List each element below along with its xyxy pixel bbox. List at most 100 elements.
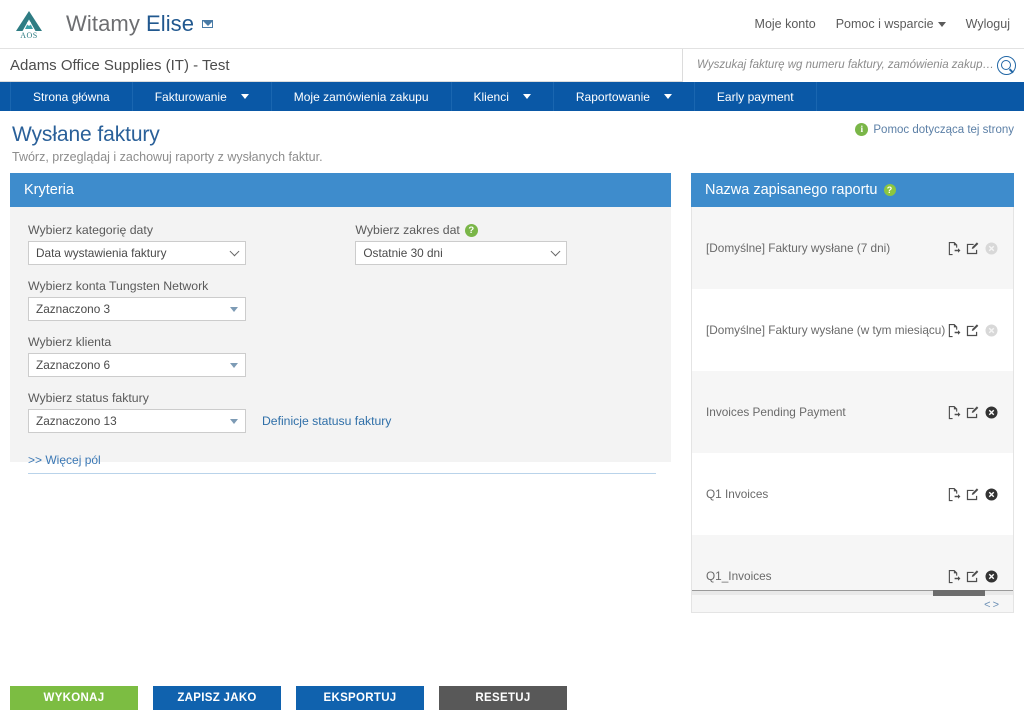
nav-item-early-payment-label: Early payment bbox=[716, 89, 794, 104]
nav-item-raportowanie-label: Raportowanie bbox=[575, 89, 650, 104]
reset-button[interactable]: RESETUJ bbox=[439, 686, 567, 710]
nav-item-klienci-label: Klienci bbox=[473, 89, 509, 104]
saved-reports-list: [Domyślne] Faktury wysłane (7 dni) [Domy… bbox=[691, 207, 1014, 613]
more-fields-area: >> Więcej pól bbox=[28, 447, 656, 474]
row-actions bbox=[946, 487, 999, 502]
date-category-value: Data wystawienia faktury bbox=[36, 246, 167, 260]
pager-prev-button[interactable]: < bbox=[984, 599, 992, 611]
saved-report-name: [Domyślne] Faktury wysłane (7 dni) bbox=[706, 241, 891, 255]
execute-button[interactable]: WYKONAJ bbox=[10, 686, 138, 710]
date-range-select[interactable]: Ostatnie 30 dni bbox=[355, 241, 568, 265]
field-invoice-status-label: Wybierz status faktury bbox=[28, 391, 149, 405]
edit-report-icon[interactable] bbox=[965, 487, 980, 502]
saved-reports-title: Nazwa zapisanego raportu bbox=[705, 182, 878, 198]
table-row[interactable]: Q1 Invoices bbox=[692, 453, 1013, 535]
criteria-panel-header: Kryteria bbox=[10, 173, 671, 207]
invoice-status-multiselect[interactable]: Zaznaczono 13 bbox=[28, 409, 246, 433]
nav-item-strona-glowna[interactable]: Strona główna bbox=[10, 82, 133, 111]
chevron-down-icon bbox=[230, 363, 238, 368]
field-date-range-text: Wybierz zakres dat bbox=[355, 223, 460, 237]
date-category-select[interactable]: Data wystawienia faktury bbox=[28, 241, 246, 265]
criteria-panel-title: Kryteria bbox=[24, 182, 74, 198]
top-link-logout-label: Wyloguj bbox=[965, 17, 1010, 31]
chevron-down-icon bbox=[230, 419, 238, 424]
top-link-logout[interactable]: Wyloguj bbox=[966, 17, 1010, 31]
nav-item-early-payment[interactable]: Early payment bbox=[695, 82, 817, 111]
invoice-status-definitions-link[interactable]: Definicje statusu faktury bbox=[262, 414, 391, 428]
nav-item-moje-zamowienia-zakupu-label: Moje zamówienia zakupu bbox=[293, 89, 429, 104]
row-actions bbox=[946, 569, 999, 584]
search-icon[interactable] bbox=[997, 55, 1016, 75]
delete-report-icon[interactable] bbox=[984, 569, 999, 584]
main-navigation: Strona główna Fakturowanie Moje zamówien… bbox=[0, 82, 1024, 111]
logo-wordmark: AOS bbox=[20, 31, 38, 40]
saved-reports-panel: Nazwa zapisanego raportu ? [Domyślne] Fa… bbox=[691, 173, 1014, 613]
edit-report-icon[interactable] bbox=[965, 241, 980, 256]
field-accounts-label: Wybierz konta Tungsten Network bbox=[28, 279, 209, 293]
delete-report-icon bbox=[984, 241, 999, 256]
table-row[interactable]: [Domyślne] Faktury wysłane (w tym miesią… bbox=[692, 289, 1013, 371]
nav-item-fakturowanie[interactable]: Fakturowanie bbox=[133, 82, 272, 111]
delete-report-icon[interactable] bbox=[984, 405, 999, 420]
aos-logo[interactable]: AOS bbox=[0, 0, 58, 49]
page-help-link[interactable]: i Pomoc dotycząca tej strony bbox=[855, 123, 1014, 136]
chevron-down-icon bbox=[230, 307, 238, 312]
criteria-form: Wybierz kategorię daty Data wystawienia … bbox=[10, 207, 671, 474]
logo-triangle-icon bbox=[16, 11, 42, 31]
top-link-help-support[interactable]: Pomoc i wsparcie bbox=[836, 17, 946, 31]
info-icon: i bbox=[855, 123, 869, 136]
saved-report-name: Q1_Invoices bbox=[706, 569, 772, 583]
saved-reports-header: Nazwa zapisanego raportu ? bbox=[691, 173, 1014, 207]
save-as-button[interactable]: ZAPISZ JAKO bbox=[153, 686, 281, 710]
chevron-down-icon bbox=[550, 246, 561, 257]
page-header: Wysłane faktury Twórz, przeglądaj i zach… bbox=[0, 111, 1024, 173]
run-report-icon[interactable] bbox=[946, 323, 961, 338]
date-range-value: Ostatnie 30 dni bbox=[363, 246, 443, 260]
table-row[interactable]: Q1_Invoices bbox=[692, 535, 1013, 612]
page-help-label: Pomoc dotycząca tej strony bbox=[873, 123, 1014, 136]
row-actions bbox=[946, 241, 999, 256]
run-report-icon[interactable] bbox=[946, 569, 961, 584]
welcome-prefix: Witamy bbox=[66, 11, 140, 36]
accounts-multiselect[interactable]: Zaznaczono 3 bbox=[28, 297, 246, 321]
company-bar: Adams Office Supplies (IT) - Test bbox=[0, 48, 1024, 82]
nav-item-klienci[interactable]: Klienci bbox=[452, 82, 554, 111]
edit-report-icon[interactable] bbox=[965, 569, 980, 584]
accounts-value: Zaznaczono 3 bbox=[36, 302, 111, 316]
invoice-status-value: Zaznaczono 13 bbox=[36, 414, 117, 428]
horizontal-scrollbar[interactable] bbox=[692, 590, 1013, 596]
nav-item-raportowanie[interactable]: Raportowanie bbox=[554, 82, 695, 111]
chevron-down-icon bbox=[522, 94, 531, 99]
chevron-down-icon bbox=[240, 94, 249, 99]
run-report-icon[interactable] bbox=[946, 405, 961, 420]
search-input[interactable] bbox=[695, 58, 997, 72]
edit-report-icon[interactable] bbox=[965, 323, 980, 338]
action-button-bar: WYKONAJ ZAPISZ JAKO EKSPORTUJ RESETUJ bbox=[10, 686, 567, 710]
field-customer-label: Wybierz klienta bbox=[28, 335, 112, 349]
edit-report-icon[interactable] bbox=[965, 405, 980, 420]
scrollbar-thumb[interactable] bbox=[933, 590, 985, 596]
more-fields-link[interactable]: >> Więcej pól bbox=[28, 453, 101, 467]
page-subtitle: Twórz, przeglądaj i zachowuj raporty z w… bbox=[12, 150, 323, 164]
welcome-greeting: Witamy Elise bbox=[66, 11, 214, 37]
run-report-icon[interactable] bbox=[946, 241, 961, 256]
top-utility-links: Moje konto Pomoc i wsparcie Wyloguj bbox=[755, 17, 1010, 31]
more-fields-divider bbox=[28, 473, 656, 474]
customer-multiselect[interactable]: Zaznaczono 6 bbox=[28, 353, 246, 377]
table-row[interactable]: Invoices Pending Payment bbox=[692, 371, 1013, 453]
nav-item-moje-zamowienia-zakupu[interactable]: Moje zamówienia zakupu bbox=[272, 82, 452, 111]
question-icon[interactable]: ? bbox=[883, 184, 896, 196]
export-button[interactable]: EKSPORTUJ bbox=[296, 686, 424, 710]
row-actions bbox=[946, 323, 999, 338]
saved-report-name: Invoices Pending Payment bbox=[706, 405, 846, 419]
table-row[interactable]: [Domyślne] Faktury wysłane (7 dni) bbox=[692, 207, 1013, 289]
pager-next-button[interactable]: > bbox=[993, 599, 1001, 611]
run-report-icon[interactable] bbox=[946, 487, 961, 502]
delete-report-icon[interactable] bbox=[984, 487, 999, 502]
saved-reports-pager[interactable]: <> bbox=[984, 599, 1001, 611]
field-date-range-label: Wybierz zakres dat ? bbox=[355, 223, 653, 237]
saved-report-name: Q1 Invoices bbox=[706, 487, 769, 501]
envelope-icon[interactable] bbox=[202, 20, 214, 28]
question-icon[interactable]: ? bbox=[464, 223, 478, 237]
top-link-my-account[interactable]: Moje konto bbox=[755, 17, 816, 31]
